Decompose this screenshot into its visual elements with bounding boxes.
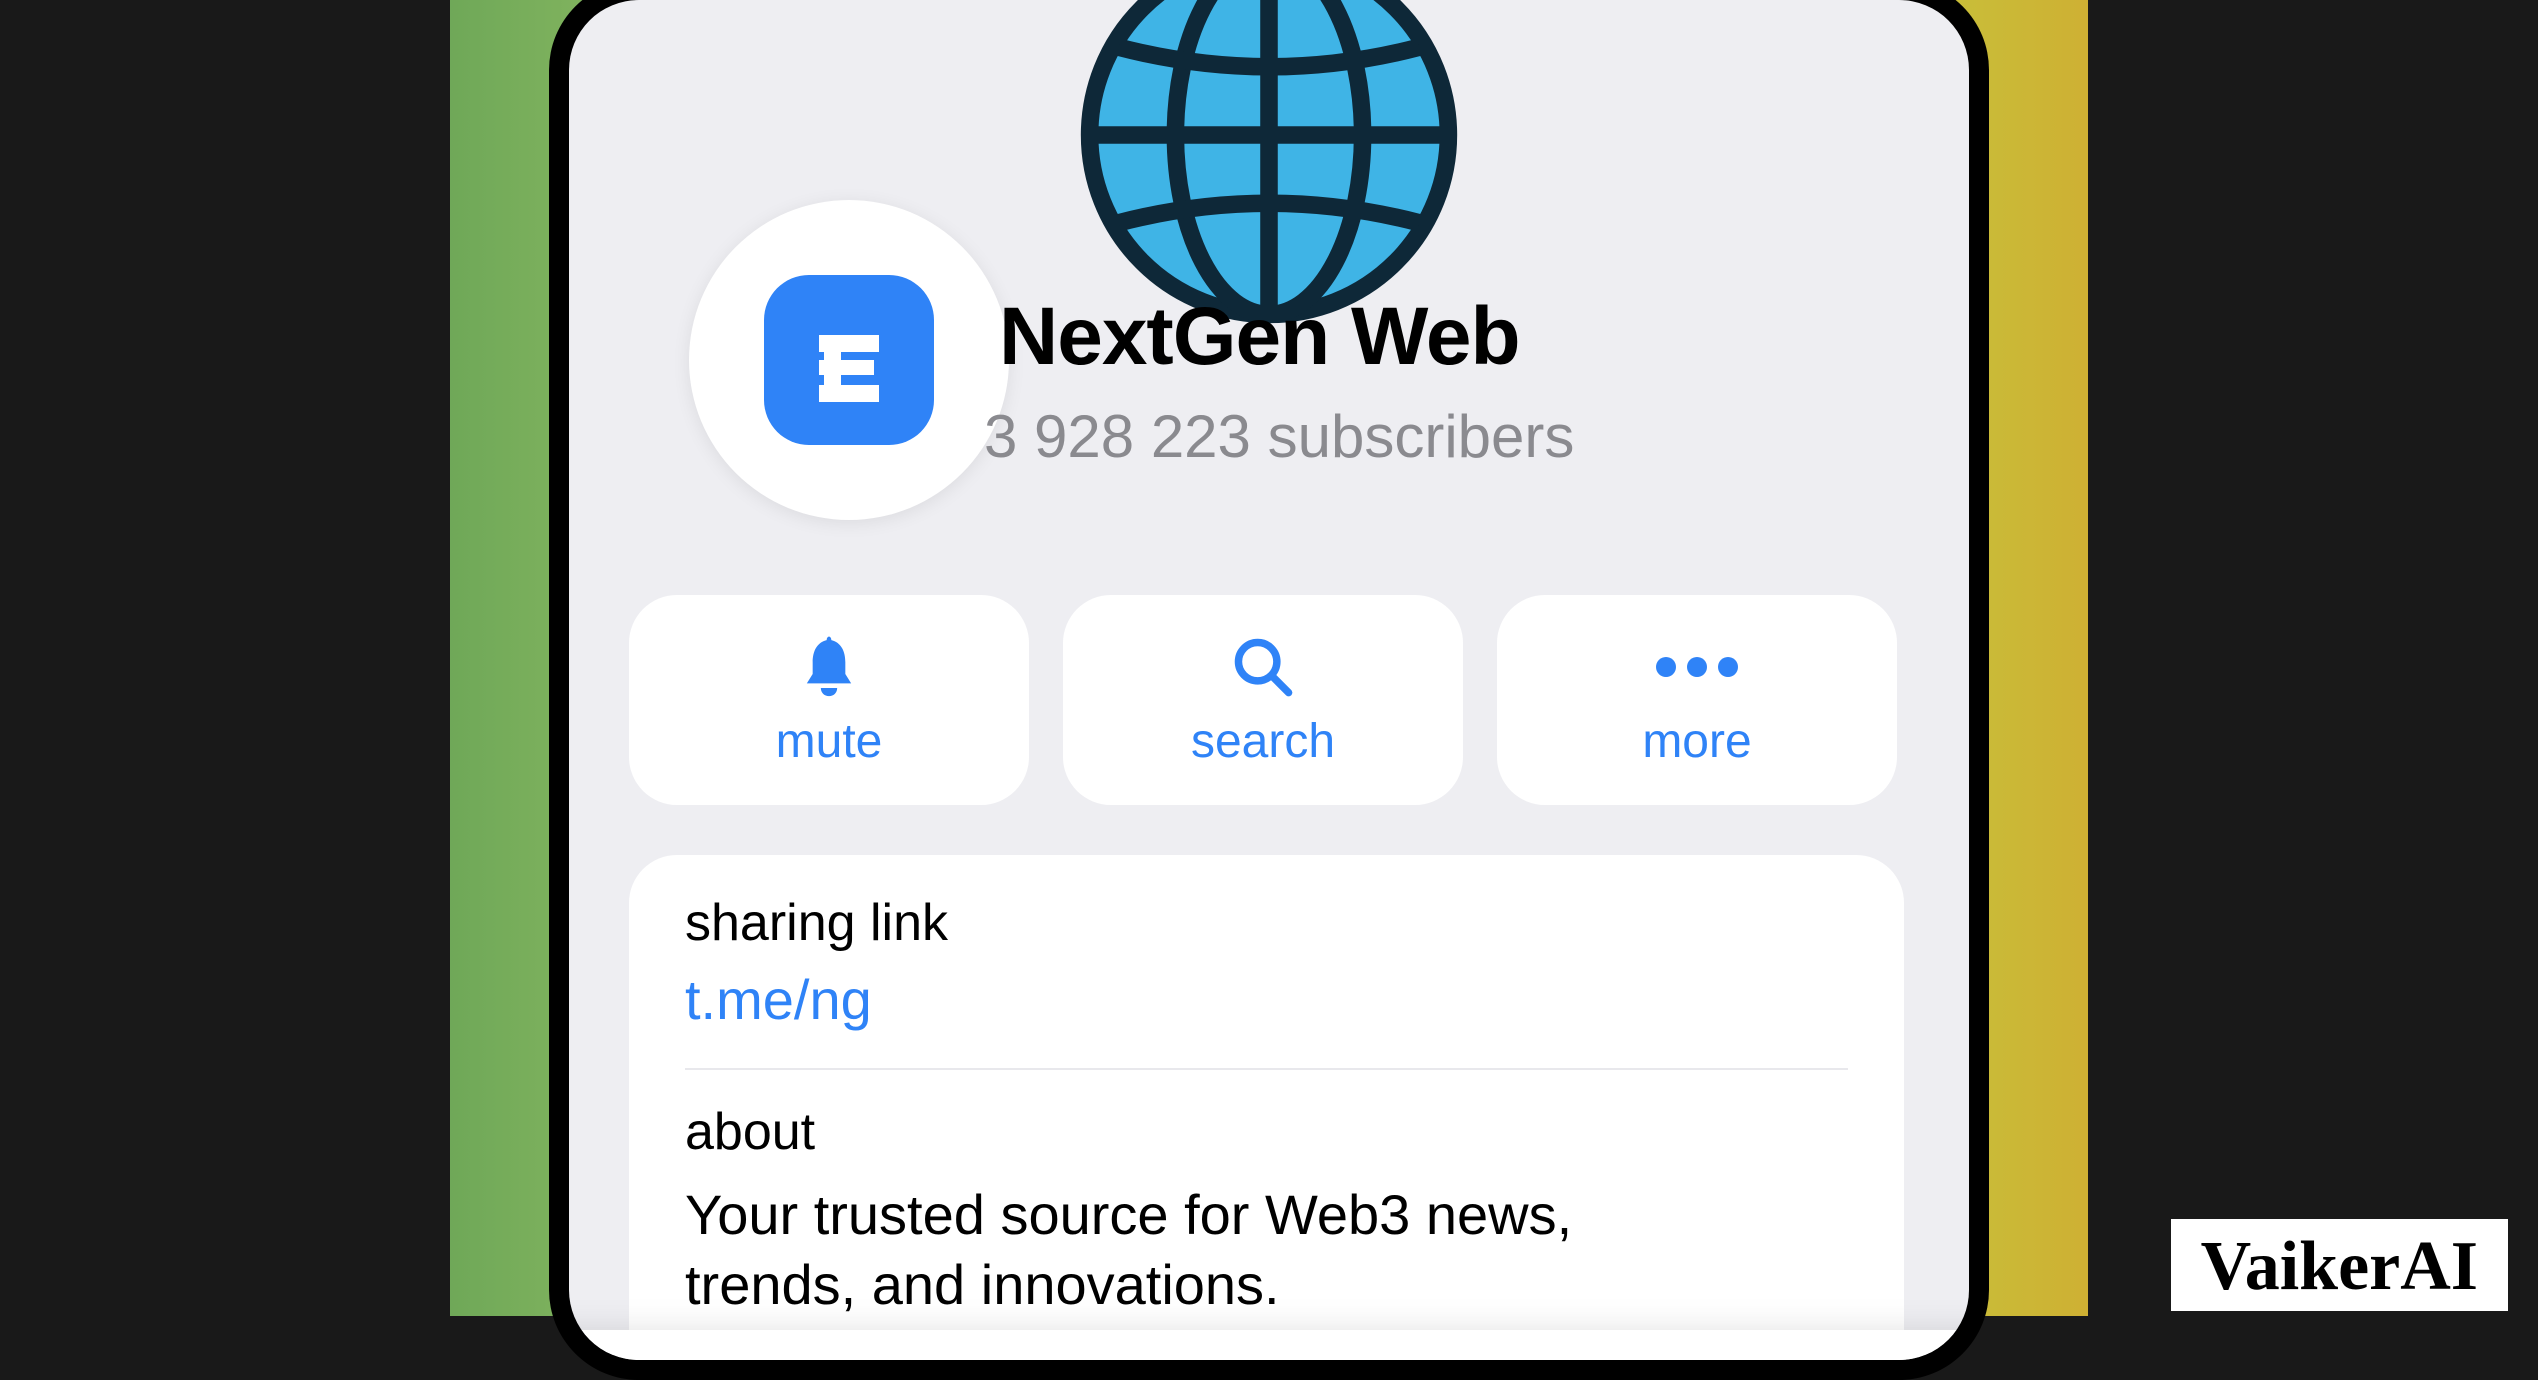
mute-label: mute xyxy=(776,714,883,769)
action-button-row: mute search xyxy=(629,595,1897,805)
more-button[interactable]: more xyxy=(1497,595,1897,805)
globe-icon xyxy=(1074,0,1464,335)
channel-name: NextGen Web xyxy=(999,290,1520,384)
subscriber-count: 3 928 223 subscribers xyxy=(984,402,1574,471)
more-label: more xyxy=(1642,714,1751,769)
search-icon xyxy=(1231,632,1295,702)
verification-tooltip: NextGen Web is verified by the Web3 Futu… xyxy=(569,1330,1969,1360)
sharing-link-label: sharing link xyxy=(685,893,1848,953)
sharing-link[interactable]: t.me/ng xyxy=(685,967,1848,1032)
search-label: search xyxy=(1191,714,1335,769)
about-text: Your trusted source for Web3 news, trend… xyxy=(685,1180,1705,1320)
search-button[interactable]: search xyxy=(1063,595,1463,805)
avatar-logo-icon xyxy=(764,275,934,445)
divider xyxy=(685,1068,1848,1070)
about-label: about xyxy=(685,1102,1848,1162)
channel-avatar[interactable] xyxy=(689,200,1009,520)
bell-icon xyxy=(799,632,859,702)
phone-frame: NextGen Web 3 928 223 subscribers mute xyxy=(549,0,1989,1380)
watermark: VaikerAI xyxy=(2171,1219,2508,1311)
mute-button[interactable]: mute xyxy=(629,595,1029,805)
ellipsis-icon xyxy=(1652,632,1742,702)
gradient-background: NextGen Web 3 928 223 subscribers mute xyxy=(450,0,2088,1316)
pillarbox-left xyxy=(0,0,450,1316)
info-card: sharing link t.me/ng about Your trusted … xyxy=(629,855,1904,1360)
pillarbox-right xyxy=(2088,0,2538,1316)
phone-screen: NextGen Web 3 928 223 subscribers mute xyxy=(569,0,1969,1360)
